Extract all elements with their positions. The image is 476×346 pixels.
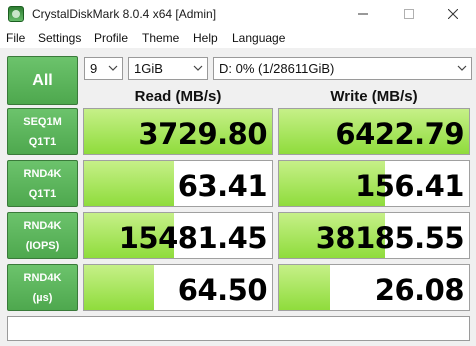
write-result-bar — [279, 265, 331, 310]
row-label-line2: Q1T1 — [28, 187, 57, 200]
write-result-cell: 6422.79 — [278, 108, 470, 155]
read-result-cell: 3729.80 — [83, 108, 273, 155]
row-label-line1: SEQ1M — [23, 115, 62, 128]
row-label-line1: RND4K — [23, 271, 62, 284]
chevron-down-icon — [193, 65, 203, 71]
drive-select[interactable]: D: 0% (1/28611GiB) — [213, 57, 472, 80]
menu-profile[interactable]: Profile — [94, 31, 128, 45]
test-size-value: 1GiB — [134, 61, 163, 76]
menu-settings[interactable]: Settings — [38, 31, 81, 45]
read-result-value: 64.50 — [177, 273, 268, 307]
comment-field[interactable] — [7, 316, 470, 341]
test-count-value: 9 — [90, 61, 98, 76]
app-icon — [8, 6, 24, 22]
close-icon — [448, 9, 458, 19]
write-result-value: 6422.79 — [335, 117, 464, 151]
read-result-value: 63.41 — [177, 169, 268, 203]
write-result-value: 26.08 — [374, 273, 465, 307]
read-result-bar — [84, 161, 175, 206]
close-button[interactable] — [430, 0, 476, 28]
row-label-line2: (µs) — [32, 291, 53, 304]
title-bar: CrystalDiskMark 8.0.4 x64 [Admin] — [0, 0, 476, 28]
maximize-icon — [404, 9, 414, 19]
chevron-down-icon — [108, 65, 118, 71]
run-all-button[interactable]: All — [7, 56, 78, 105]
row-label-line2: (IOPS) — [25, 239, 60, 252]
menu-help[interactable]: Help — [193, 31, 218, 45]
write-result-cell: 26.08 — [278, 264, 470, 311]
read-result-cell: 63.41 — [83, 160, 273, 207]
read-column-header: Read (MB/s) — [134, 88, 222, 105]
read-result-cell: 64.50 — [83, 264, 273, 311]
write-result-value: 156.41 — [355, 169, 464, 203]
read-result-bar — [84, 265, 154, 310]
menu-theme[interactable]: Theme — [142, 31, 179, 45]
chevron-down-icon — [457, 65, 467, 71]
test-count-select[interactable]: 9 — [84, 57, 123, 80]
minimize-button[interactable] — [340, 0, 386, 28]
menu-file[interactable]: File — [6, 31, 25, 45]
row-label-line1: RND4K — [23, 167, 62, 180]
test-seq1m-q1t1-button[interactable]: SEQ1M Q1T1 — [7, 108, 78, 155]
test-rnd4k-latency-button[interactable]: RND4K (µs) — [7, 264, 78, 311]
test-size-select[interactable]: 1GiB — [128, 57, 208, 80]
maximize-button[interactable] — [386, 0, 432, 28]
drive-value: D: 0% (1/28611GiB) — [219, 61, 335, 76]
write-result-value: 38185.55 — [315, 221, 465, 255]
row-label-line1: RND4K — [23, 219, 62, 232]
read-result-value: 3729.80 — [138, 117, 267, 151]
write-result-cell: 156.41 — [278, 160, 470, 207]
read-result-value: 15481.45 — [118, 221, 268, 255]
read-result-cell: 15481.45 — [83, 212, 273, 259]
minimize-icon — [358, 13, 368, 15]
write-column-header: Write (MB/s) — [330, 88, 418, 105]
test-rnd4k-iops-button[interactable]: RND4K (IOPS) — [7, 212, 78, 259]
menu-bar: File Settings Profile Theme Help Languag… — [0, 28, 476, 48]
row-label-line2: Q1T1 — [28, 135, 57, 148]
menu-language[interactable]: Language — [232, 31, 285, 45]
window-title: CrystalDiskMark 8.0.4 x64 [Admin] — [32, 7, 217, 21]
write-result-cell: 38185.55 — [278, 212, 470, 259]
test-rnd4k-q1t1-button[interactable]: RND4K Q1T1 — [7, 160, 78, 207]
